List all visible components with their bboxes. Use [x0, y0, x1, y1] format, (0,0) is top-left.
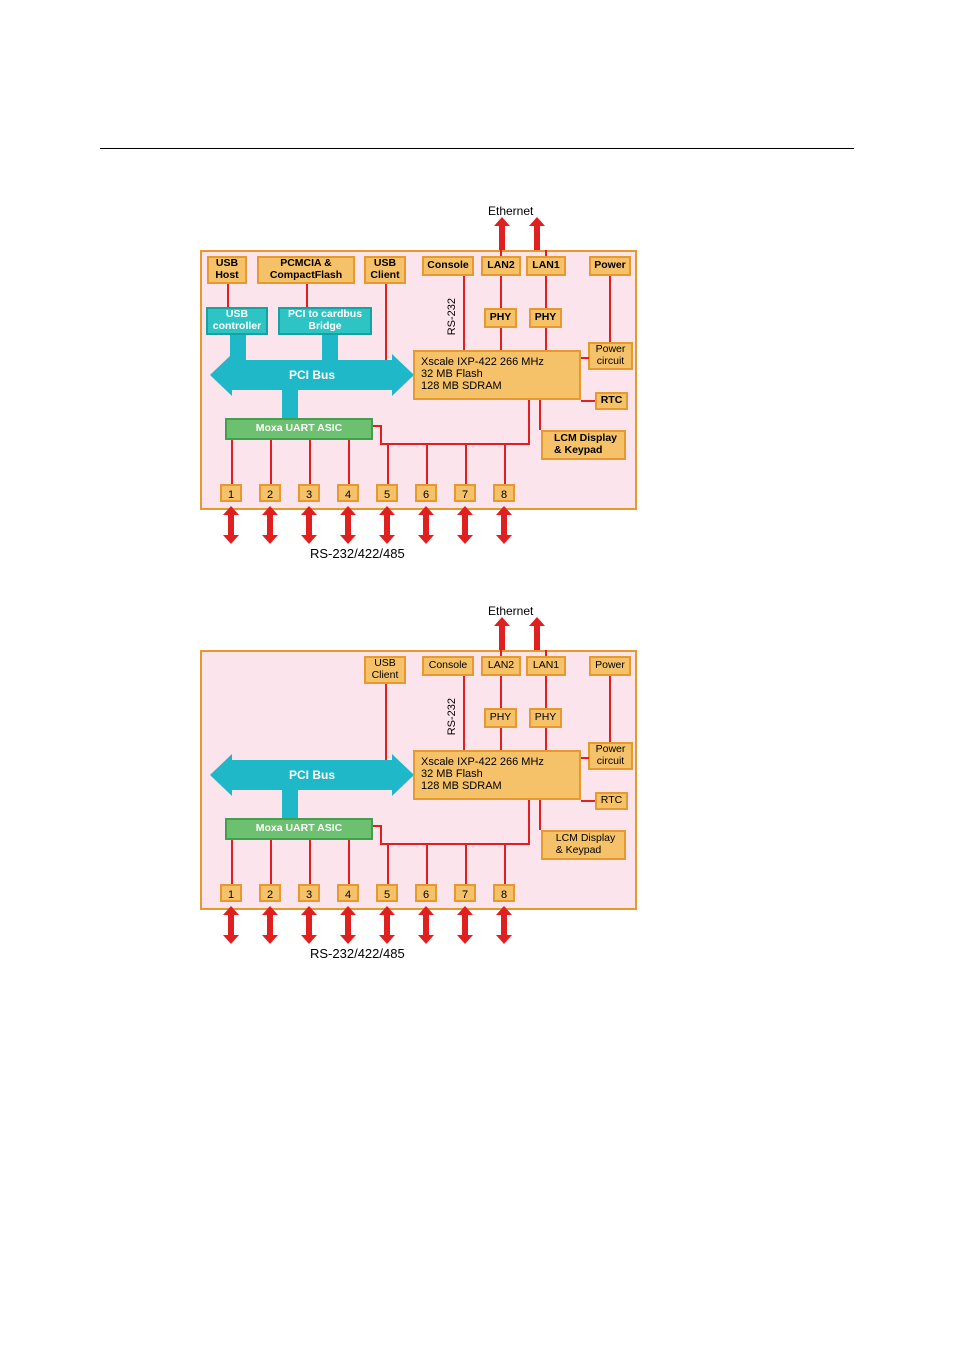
- port-arrow: [228, 515, 234, 535]
- usb-host-box: USB Host: [207, 256, 247, 284]
- power-circuit-box: Power circuit: [588, 742, 633, 770]
- pcmcia-box: PCMCIA & CompactFlash: [257, 256, 355, 284]
- serial-port-6: 6: [415, 484, 437, 502]
- cpu-box: Xscale IXP-422 266 MHz 32 MB Flash 128 M…: [413, 350, 581, 400]
- power-circuit-box: Power circuit: [588, 342, 633, 370]
- port-arrow: [345, 515, 351, 535]
- ethernet-arrow: [534, 626, 540, 650]
- serial-port-5: 5: [376, 484, 398, 502]
- block-diagram-bottom: Ethernet USB Client Console LAN2 LAN1 Po…: [200, 600, 640, 970]
- usb-client-box: USB Client: [364, 656, 406, 684]
- lan1-box: LAN1: [526, 256, 566, 276]
- uart-box: Moxa UART ASIC: [225, 818, 373, 840]
- phy2-box: PHY: [484, 708, 517, 728]
- serial-port-4: 4: [337, 484, 359, 502]
- serial-port-7: 7: [454, 484, 476, 502]
- port-arrow: [423, 915, 429, 935]
- serial-port-3: 3: [298, 484, 320, 502]
- power-box: Power: [589, 256, 631, 276]
- bus-label: RS-232/422/485: [310, 946, 405, 961]
- pci-bus-arrow: PCI Bus: [232, 360, 392, 390]
- serial-port-4: 4: [337, 884, 359, 902]
- port-arrow: [345, 915, 351, 935]
- port-arrow: [423, 515, 429, 535]
- serial-port-7: 7: [454, 884, 476, 902]
- lcm-box: LCM Display & Keypad: [541, 430, 626, 460]
- page: Ethernet USB Host PCMCIA & CompactFlash …: [0, 0, 954, 970]
- port-arrow: [267, 515, 273, 535]
- bus-label: RS-232/422/485: [310, 546, 405, 561]
- port-arrow: [228, 915, 234, 935]
- ethernet-label: Ethernet: [488, 204, 533, 218]
- pci-bus-arrow: PCI Bus: [232, 760, 392, 790]
- serial-port-1: 1: [220, 884, 242, 902]
- port-arrow: [384, 915, 390, 935]
- lan1-box: LAN1: [526, 656, 566, 676]
- serial-port-6: 6: [415, 884, 437, 902]
- serial-port-3: 3: [298, 884, 320, 902]
- lan2-box: LAN2: [481, 656, 521, 676]
- serial-port-2: 2: [259, 884, 281, 902]
- power-box: Power: [589, 656, 631, 676]
- console-box: Console: [422, 256, 474, 276]
- cpu-box: Xscale IXP-422 266 MHz 32 MB Flash 128 M…: [413, 750, 581, 800]
- rs232-vert-label: RS-232: [446, 298, 458, 335]
- port-arrow: [501, 515, 507, 535]
- console-box: Console: [422, 656, 474, 676]
- port-arrow: [501, 915, 507, 935]
- ethernet-label: Ethernet: [488, 604, 533, 618]
- serial-port-8: 8: [493, 484, 515, 502]
- serial-port-5: 5: [376, 884, 398, 902]
- port-arrow: [462, 515, 468, 535]
- rs232-vert-label: RS-232: [446, 698, 458, 735]
- serial-port-8: 8: [493, 884, 515, 902]
- ethernet-arrow: [499, 226, 505, 250]
- phy1-box: PHY: [529, 708, 562, 728]
- port-arrow: [384, 515, 390, 535]
- block-diagram-top: Ethernet USB Host PCMCIA & CompactFlash …: [200, 200, 640, 570]
- rtc-box: RTC: [595, 792, 628, 810]
- port-arrow: [267, 915, 273, 935]
- serial-port-1: 1: [220, 484, 242, 502]
- phy1-box: PHY: [529, 308, 562, 328]
- uart-box: Moxa UART ASIC: [225, 418, 373, 440]
- lcm-box: LCM Display & Keypad: [541, 830, 626, 860]
- port-arrow: [306, 915, 312, 935]
- serial-port-2: 2: [259, 484, 281, 502]
- usb-client-box: USB Client: [364, 256, 406, 284]
- ethernet-arrow: [499, 626, 505, 650]
- rule: [100, 148, 854, 149]
- ethernet-arrow: [534, 226, 540, 250]
- pci-bridge-box: PCI to cardbus Bridge: [278, 307, 372, 335]
- port-arrow: [306, 515, 312, 535]
- lan2-box: LAN2: [481, 256, 521, 276]
- usb-controller-box: USB controller: [206, 307, 268, 335]
- phy2-box: PHY: [484, 308, 517, 328]
- rtc-box: RTC: [595, 392, 628, 410]
- port-arrow: [462, 915, 468, 935]
